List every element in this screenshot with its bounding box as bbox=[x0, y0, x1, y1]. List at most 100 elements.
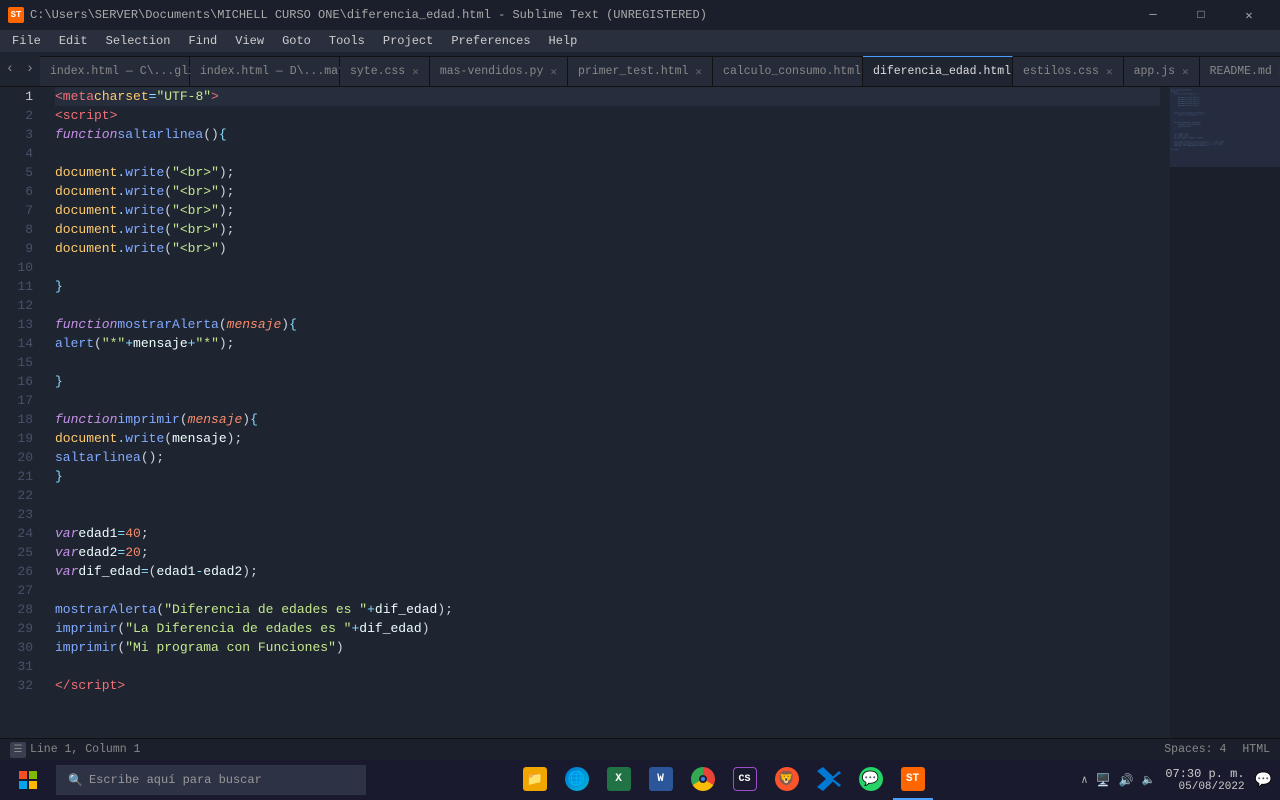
tab-close[interactable]: ✕ bbox=[550, 65, 557, 79]
statusbar: ☰ Line 1, Column 1 Spaces: 4 HTML bbox=[0, 738, 1280, 760]
menu-project[interactable]: Project bbox=[375, 32, 441, 50]
line-num: 12 bbox=[12, 296, 33, 315]
tray-network: 🖥️ bbox=[1096, 773, 1111, 788]
code-line: </script> bbox=[55, 676, 1160, 695]
menu-selection[interactable]: Selection bbox=[98, 32, 179, 50]
code-line: document.write("<br>"); bbox=[55, 201, 1160, 220]
taskbar-whatsapp[interactable]: 💬 bbox=[851, 760, 891, 800]
line-num: 31 bbox=[12, 657, 33, 676]
line-num: 1 bbox=[12, 87, 33, 106]
word-icon: W bbox=[649, 767, 673, 791]
taskbar-vscode[interactable] bbox=[809, 760, 849, 800]
tab-label: README.md bbox=[1210, 65, 1272, 78]
brave-icon: 🦁 bbox=[775, 767, 799, 791]
taskbar-file-explorer[interactable]: 📁 bbox=[515, 760, 555, 800]
tab-estilos-css[interactable]: estilos.css ✕ bbox=[1013, 56, 1124, 86]
tab-close[interactable]: ✕ bbox=[1106, 65, 1113, 79]
code-line: document.write(mensaje); bbox=[55, 429, 1160, 448]
start-button[interactable] bbox=[8, 760, 48, 800]
code-line: mostrarAlerta("Diferencia de edades es "… bbox=[55, 600, 1160, 619]
menu-help[interactable]: Help bbox=[541, 32, 586, 50]
taskbar-sublime[interactable]: ST bbox=[893, 760, 933, 800]
statusbar-line-col[interactable]: Line 1, Column 1 bbox=[30, 743, 140, 756]
menu-preferences[interactable]: Preferences bbox=[443, 32, 538, 50]
tabbar: ‹ › index.html — C\...glider ✕ index.htm… bbox=[0, 52, 1280, 87]
menu-view[interactable]: View bbox=[227, 32, 272, 50]
tab-close[interactable]: ✕ bbox=[412, 65, 419, 79]
code-line bbox=[55, 144, 1160, 163]
taskbar-excel[interactable]: X bbox=[599, 760, 639, 800]
tab-prev[interactable]: ‹ bbox=[0, 52, 20, 86]
tab-readme-md[interactable]: README.md ✕ bbox=[1200, 56, 1280, 86]
line-num: 16 bbox=[12, 372, 33, 391]
titlebar-controls: ─ □ ✕ bbox=[1130, 0, 1272, 30]
menu-tools[interactable]: Tools bbox=[321, 32, 373, 50]
line-num: 24 bbox=[12, 524, 33, 543]
maximize-button[interactable]: □ bbox=[1178, 0, 1224, 30]
taskbar-brave[interactable]: 🦁 bbox=[767, 760, 807, 800]
tab-label: calculo_consumo.html bbox=[723, 65, 861, 78]
code-line bbox=[55, 391, 1160, 410]
tab-close[interactable]: ✕ bbox=[695, 65, 702, 79]
line-num: 7 bbox=[12, 201, 33, 220]
line-num: 6 bbox=[12, 182, 33, 201]
code-line: document.write("<br>"); bbox=[55, 220, 1160, 239]
menu-goto[interactable]: Goto bbox=[274, 32, 319, 50]
file-explorer-icon: 📁 bbox=[523, 767, 547, 791]
code-line: function imprimir (mensaje) { bbox=[55, 410, 1160, 429]
taskbar-apps: 📁 🌐 X W CS 🦁 💬 bbox=[515, 760, 933, 800]
line-num: 8 bbox=[12, 220, 33, 239]
code-line: function mostrarAlerta(mensaje) { bbox=[55, 315, 1160, 334]
line-num: 2 bbox=[12, 106, 33, 125]
tab-diferencia-edad[interactable]: diferencia_edad.html ✕ bbox=[863, 56, 1013, 86]
menu-edit[interactable]: Edit bbox=[51, 32, 96, 50]
statusbar-syntax[interactable]: HTML bbox=[1242, 743, 1270, 756]
tab-syte-css[interactable]: syte.css ✕ bbox=[340, 56, 430, 86]
line-num: 27 bbox=[12, 581, 33, 600]
tab-label: estilos.css bbox=[1023, 65, 1099, 78]
code-line: function saltarlinea () { bbox=[55, 125, 1160, 144]
tab-primer-test[interactable]: primer_test.html ✕ bbox=[568, 56, 713, 86]
tab-app-js[interactable]: app.js ✕ bbox=[1124, 56, 1200, 86]
taskbar-edge[interactable]: 🌐 bbox=[557, 760, 597, 800]
close-button[interactable]: ✕ bbox=[1226, 0, 1272, 30]
search-bar[interactable]: 🔍 Escribe aquí para buscar bbox=[56, 765, 366, 795]
taskbar-left: 🔍 Escribe aquí para buscar bbox=[8, 760, 366, 800]
taskbar-right: ∧ 🖥️ 🔊 🔈 07:30 p. m. 05/08/2022 💬 bbox=[1081, 767, 1272, 793]
menu-find[interactable]: Find bbox=[180, 32, 225, 50]
tab-next[interactable]: › bbox=[20, 52, 40, 86]
clock-date: 05/08/2022 bbox=[1165, 781, 1244, 793]
minimize-button[interactable]: ─ bbox=[1130, 0, 1176, 30]
line-num: 29 bbox=[12, 619, 33, 638]
whatsapp-icon: 💬 bbox=[859, 767, 883, 791]
code-line: document.write("<br>"); bbox=[55, 163, 1160, 182]
tab-label: primer_test.html bbox=[578, 65, 688, 78]
statusbar-right: Spaces: 4 HTML bbox=[1164, 743, 1270, 756]
line-num: 18 bbox=[12, 410, 33, 429]
code-line: imprimir("La Diferencia de edades es " +… bbox=[55, 619, 1160, 638]
tab-index-matcha[interactable]: index.html — D\...matcha ✕ bbox=[190, 56, 340, 86]
tray-chevron[interactable]: ∧ bbox=[1081, 773, 1088, 787]
notification-btn[interactable]: 💬 bbox=[1255, 772, 1272, 789]
taskbar-cursor[interactable]: CS bbox=[725, 760, 765, 800]
tab-close[interactable]: ✕ bbox=[1182, 65, 1189, 79]
tab-label: syte.css bbox=[350, 65, 405, 78]
cursor-icon: CS bbox=[733, 767, 757, 791]
code-line: var edad1 = 40; bbox=[55, 524, 1160, 543]
tab-mas-vendidos[interactable]: mas-vendidos.py ✕ bbox=[430, 56, 568, 86]
statusbar-spaces[interactable]: Spaces: 4 bbox=[1164, 743, 1226, 756]
code-area[interactable]: <meta charset="UTF-8"> <script> function… bbox=[45, 87, 1170, 738]
sublime-icon: ST bbox=[901, 767, 925, 791]
line-num: 30 bbox=[12, 638, 33, 657]
clock-time: 07:30 p. m. bbox=[1165, 767, 1244, 781]
clock[interactable]: 07:30 p. m. 05/08/2022 bbox=[1165, 767, 1244, 793]
code-line: } bbox=[55, 372, 1160, 391]
line-num: 15 bbox=[12, 353, 33, 372]
menu-file[interactable]: File bbox=[4, 32, 49, 50]
sys-tray: ∧ 🖥️ 🔊 🔈 bbox=[1081, 773, 1155, 788]
statusbar-icon: ☰ bbox=[10, 742, 26, 758]
taskbar-chrome[interactable] bbox=[683, 760, 723, 800]
taskbar-word[interactable]: W bbox=[641, 760, 681, 800]
tab-index-glider[interactable]: index.html — C\...glider ✕ bbox=[40, 56, 190, 86]
tab-calculo-consumo[interactable]: calculo_consumo.html ✕ bbox=[713, 56, 863, 86]
